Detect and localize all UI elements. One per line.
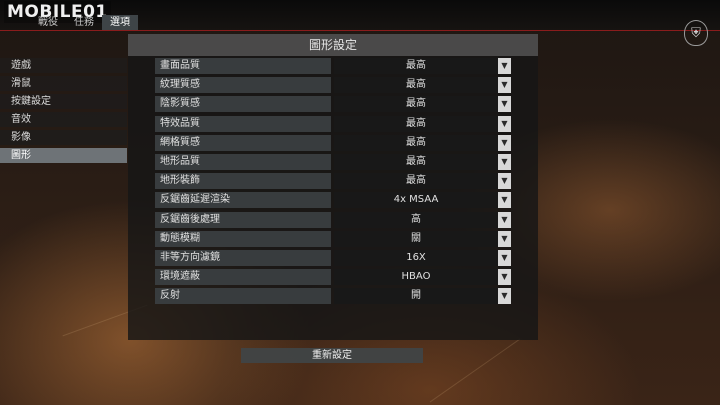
setting-label: 畫面品質 — [155, 58, 331, 74]
setting-label: 網格質感 — [155, 134, 331, 151]
top-tabs: 戰役 任務 選項 — [30, 15, 138, 30]
chevron-down-icon[interactable]: ▼ — [498, 77, 511, 94]
setting-value-dropdown[interactable]: 4x MSAA — [334, 192, 498, 209]
sidebar-item-video[interactable]: 影像 — [0, 130, 127, 145]
setting-value-dropdown[interactable]: 最高 — [334, 134, 498, 151]
sidebar-item-key-bindings[interactable]: 按鍵設定 — [0, 94, 127, 109]
setting-row: 環境遮蔽 HBAO ▼ — [155, 269, 511, 286]
setting-row: 地形品質 最高 ▼ — [155, 153, 511, 170]
chevron-down-icon[interactable]: ▼ — [498, 115, 511, 132]
chevron-down-icon[interactable]: ▼ — [498, 249, 511, 266]
chevron-down-icon[interactable]: ▼ — [498, 288, 511, 305]
reset-button[interactable]: 重新設定 — [241, 348, 423, 363]
setting-label: 動態模糊 — [155, 230, 331, 247]
shield-emblem-icon: ⛨ — [684, 20, 708, 46]
setting-row: 動態模糊關 ▼ — [155, 230, 511, 247]
setting-value-dropdown[interactable]: 最高 — [334, 77, 498, 94]
setting-label: 地形品質 — [155, 153, 331, 170]
setting-value-dropdown[interactable]: 16X — [334, 249, 498, 266]
setting-label: 紋理質感 — [155, 77, 331, 94]
setting-label: 非等方向濾鏡 — [155, 249, 331, 266]
chevron-down-icon[interactable]: ▼ — [498, 134, 511, 151]
setting-value-dropdown[interactable]: HBAO — [334, 269, 498, 286]
setting-row: 特效品質 最高 ▼ — [155, 115, 511, 132]
graphics-settings-list: 畫面品質 最高 ▼ 紋理質感 最高 ▼ 陰影質感 最高 ▼ 特效品質 最高 ▼ 網格質感 最高 ▼ 地形品質最… — [155, 58, 511, 307]
chevron-down-icon[interactable]: ▼ — [498, 211, 511, 228]
background-scribble — [429, 338, 521, 403]
options-sidebar: 遊戲 滑鼠 按鍵設定 音效 影像 圖形 — [0, 58, 127, 166]
setting-row: 畫面品質 最高 ▼ — [155, 58, 511, 74]
setting-label: 陰影質感 — [155, 96, 331, 113]
setting-row: 地形裝飾 最高 ▼ — [155, 173, 511, 190]
chevron-down-icon[interactable]: ▼ — [498, 58, 511, 74]
chevron-down-icon[interactable]: ▼ — [498, 269, 511, 286]
chevron-down-icon[interactable]: ▼ — [498, 96, 511, 113]
setting-value-dropdown[interactable]: 關 — [334, 230, 498, 247]
setting-row: 陰影質感 最高 ▼ — [155, 96, 511, 113]
chevron-down-icon[interactable]: ▼ — [498, 173, 511, 190]
sidebar-item-audio[interactable]: 音效 — [0, 112, 127, 127]
setting-row: 反射開 ▼ — [155, 288, 511, 305]
setting-value-dropdown[interactable]: 最高 — [334, 173, 498, 190]
setting-label: 反射 — [155, 288, 331, 305]
tab-missions[interactable]: 任務 — [66, 15, 102, 30]
sidebar-item-mouse[interactable]: 滑鼠 — [0, 76, 127, 91]
top-bar: MOBILE01 戰役 任務 選項 — [0, 0, 720, 31]
setting-row: 反鋸齒延遲渲染 4x MSAA ▼ — [155, 192, 511, 209]
setting-label: 反鋸齒延遲渲染 — [155, 192, 331, 209]
setting-label: 反鋸齒後處理 — [155, 211, 331, 228]
setting-value-dropdown[interactable]: 開 — [334, 288, 498, 305]
setting-row: 紋理質感 最高 ▼ — [155, 77, 511, 94]
setting-label: 特效品質 — [155, 115, 331, 132]
chevron-down-icon[interactable]: ▼ — [498, 153, 511, 170]
setting-value-dropdown[interactable]: 最高 — [334, 58, 498, 74]
panel-title: 圖形設定 — [128, 34, 538, 56]
setting-value-dropdown[interactable]: 最高 — [334, 115, 498, 132]
setting-row: 網格質感 最高 ▼ — [155, 134, 511, 151]
sidebar-item-game[interactable]: 遊戲 — [0, 58, 127, 73]
chevron-down-icon[interactable]: ▼ — [498, 230, 511, 247]
setting-label: 地形裝飾 — [155, 173, 331, 190]
setting-row: 反鋸齒後處理高 ▼ — [155, 211, 511, 228]
setting-row: 非等方向濾鏡 16X ▼ — [155, 249, 511, 266]
tab-campaign[interactable]: 戰役 — [30, 15, 66, 30]
setting-label: 環境遮蔽 — [155, 269, 331, 286]
chevron-down-icon[interactable]: ▼ — [498, 192, 511, 209]
setting-value-dropdown[interactable]: 最高 — [334, 96, 498, 113]
setting-value-dropdown[interactable]: 最高 — [334, 153, 498, 170]
sidebar-item-graphics[interactable]: 圖形 — [0, 148, 127, 163]
setting-value-dropdown[interactable]: 高 — [334, 211, 498, 228]
tab-options[interactable]: 選項 — [102, 15, 138, 30]
